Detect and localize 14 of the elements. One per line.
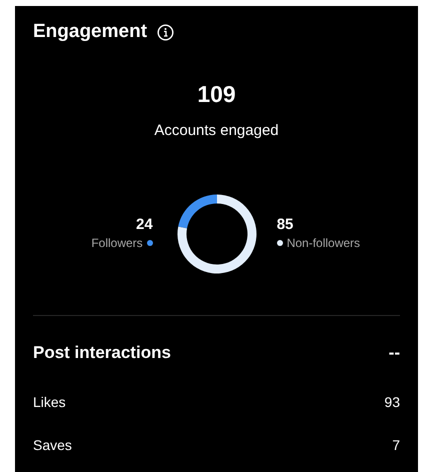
legend-label: Followers: [91, 234, 143, 252]
metric-label: Likes: [33, 393, 66, 412]
info-icon[interactable]: [157, 24, 174, 40]
metric-value: 93: [384, 393, 400, 412]
metric-value: 7: [392, 436, 400, 455]
legend-value: 24: [136, 216, 153, 234]
legend-value: 85: [276, 216, 294, 234]
section-title: Engagement: [33, 20, 148, 44]
section-title: Post interactions: [33, 342, 171, 364]
section-value: --: [388, 342, 400, 364]
total-count: 109: [196, 80, 237, 108]
legend-label: Non-followers: [286, 234, 360, 252]
total-label: Accounts engaged: [153, 121, 280, 141]
metric-label: Saves: [33, 436, 72, 455]
